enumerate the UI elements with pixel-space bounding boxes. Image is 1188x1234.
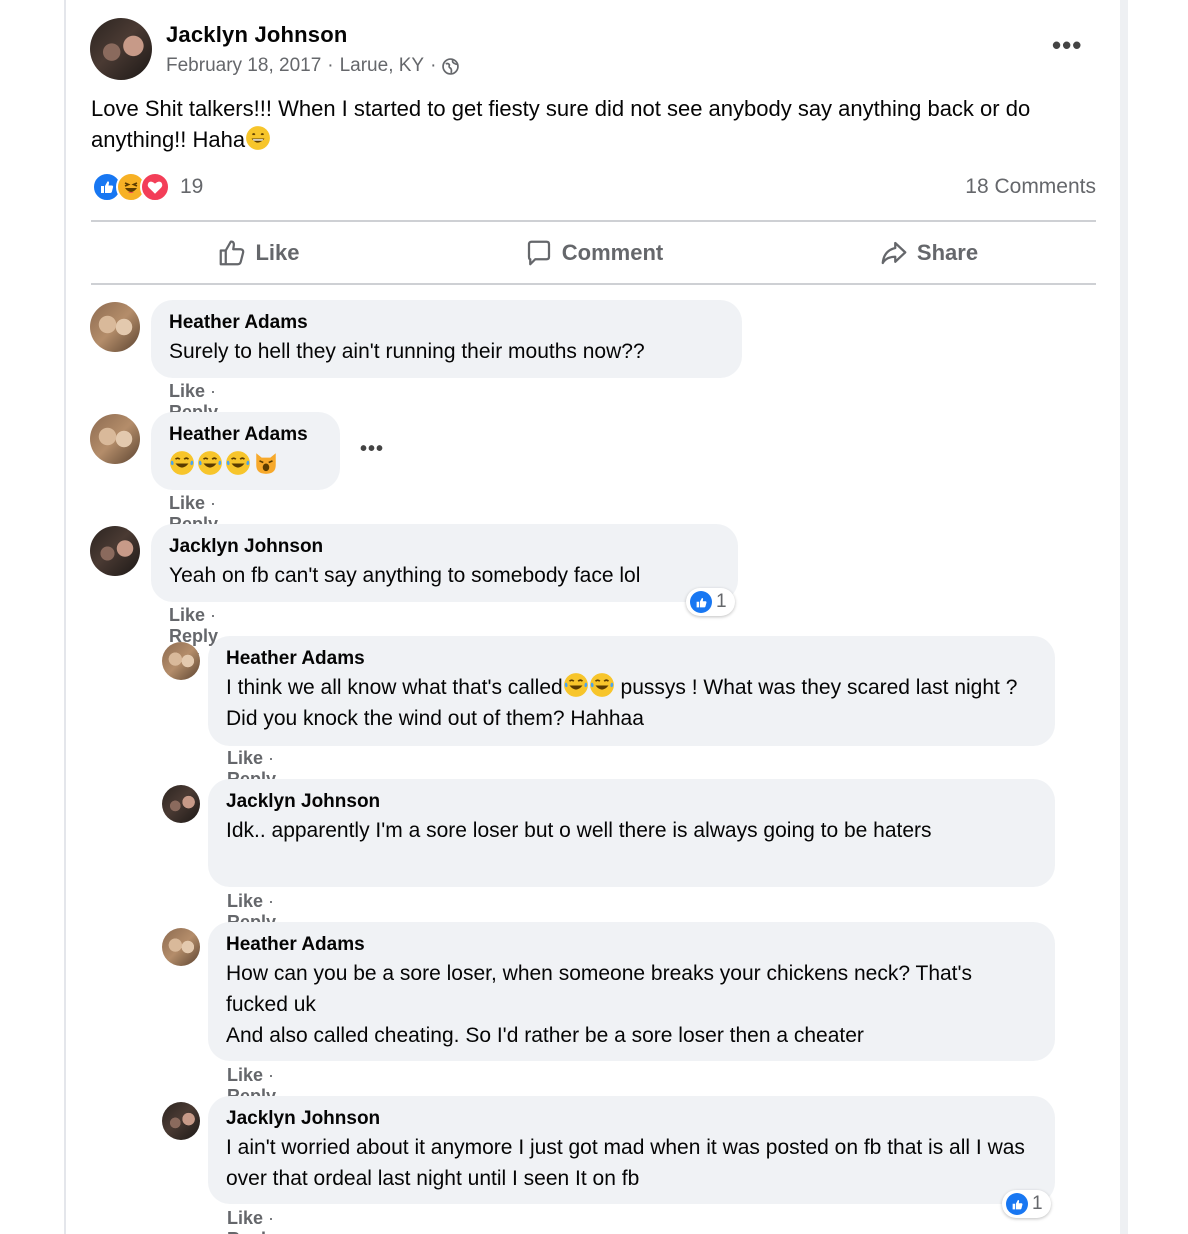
share-button[interactable]: Share: [761, 222, 1096, 284]
post-author-avatar[interactable]: [90, 18, 152, 80]
replier-name[interactable]: Heather Adams: [226, 932, 1037, 958]
replier-name[interactable]: Jacklyn Johnson: [226, 1106, 1037, 1132]
meta-separator: ·: [430, 55, 437, 76]
meta-separator: ·: [327, 55, 334, 76]
post-text-body: Love Shit talkers!!! When I started to g…: [91, 96, 1031, 152]
reply-bubble: Heather Adams How can you be a sore lose…: [208, 922, 1055, 1061]
post-more-options-button[interactable]: •••: [1052, 30, 1082, 61]
tears-of-joy-emoji-icon: [563, 673, 588, 697]
replier-name[interactable]: Heather Adams: [226, 646, 1037, 672]
comment-bubble: Heather Adams Surely to hell they ain't …: [151, 300, 742, 378]
footer-sep: ·: [210, 381, 217, 401]
comment-bubble-icon: [527, 240, 550, 266]
comment-bubble: Jacklyn Johnson Yeah on fb can't say any…: [151, 524, 738, 602]
footer-sep: ·: [268, 1208, 275, 1228]
reply-bubble: Jacklyn Johnson I ain't worried about it…: [208, 1096, 1055, 1204]
reactions-summary[interactable]: 19: [92, 172, 203, 202]
post-text: Love Shit talkers!!! When I started to g…: [91, 93, 1101, 155]
replier-avatar[interactable]: [162, 642, 200, 680]
reply-like-link[interactable]: Like: [227, 1065, 263, 1085]
comment-like-link[interactable]: Like: [169, 605, 205, 625]
reply-text: I think we all know what that's called p…: [226, 672, 1037, 734]
comment-button[interactable]: Comment: [426, 222, 761, 284]
reply-text: Idk.. apparently I'm a sore loser but o …: [226, 819, 932, 842]
commenter-avatar[interactable]: [90, 414, 140, 464]
like-button-label: Like: [255, 240, 300, 265]
reply-reaction-badge[interactable]: 1: [1002, 1190, 1051, 1218]
reply-like-link[interactable]: Like: [227, 748, 263, 768]
comment-button-label: Comment: [561, 240, 664, 265]
footer-sep: ·: [268, 1065, 275, 1085]
grinning-face-emoji-icon: [246, 126, 271, 150]
like-reaction-icon: [690, 591, 712, 613]
comment-emojis: [169, 448, 322, 476]
reply-bubble: Jacklyn Johnson Idk.. apparently I'm a s…: [208, 779, 1055, 887]
share-arrow-icon: [881, 241, 907, 265]
love-reaction-icon: [140, 172, 170, 202]
comment-more-options-button[interactable]: •••: [360, 438, 384, 461]
post-date[interactable]: February 18, 2017: [166, 55, 321, 77]
like-reaction-icon: [1006, 1193, 1028, 1215]
reaction-badge-count: 1: [1032, 1193, 1043, 1214]
commenter-name[interactable]: Jacklyn Johnson: [169, 534, 720, 560]
post-card: Jacklyn Johnson February 18, 2017 · Laru…: [66, 0, 1120, 1234]
weary-cat-emoji-icon: [256, 453, 276, 474]
comment-text: Yeah on fb can't say anything to somebod…: [169, 564, 641, 587]
comment-reaction-badge[interactable]: 1: [686, 588, 735, 616]
tears-of-joy-emoji-icon: [170, 451, 194, 475]
comment-count-link[interactable]: 18 Comments: [965, 175, 1096, 199]
page-frame-right: [1120, 0, 1128, 1234]
reply-footer: Like · Reply · 3y: [227, 1208, 276, 1234]
comment-like-link[interactable]: Like: [169, 381, 205, 401]
commenter-avatar[interactable]: [90, 302, 140, 352]
like-button[interactable]: Like: [91, 222, 426, 284]
reaction-badge-count: 1: [716, 591, 727, 612]
footer-sep: ·: [210, 493, 217, 513]
post-location[interactable]: Larue, KY: [340, 55, 425, 77]
replier-avatar[interactable]: [162, 928, 200, 966]
comment-like-link[interactable]: Like: [169, 493, 205, 513]
replier-avatar[interactable]: [162, 785, 200, 823]
reply-text: How can you be a sore loser, when someon…: [226, 962, 973, 1047]
post-action-bar: Like Comment Share: [91, 222, 1096, 284]
tears-of-joy-emoji-icon: [589, 673, 614, 697]
globe-icon: [442, 57, 460, 75]
reply-reply-link[interactable]: Reply: [227, 1229, 276, 1234]
footer-sep: ·: [268, 891, 275, 911]
reaction-count[interactable]: 19: [180, 175, 203, 199]
thumbs-up-icon: [220, 240, 245, 266]
footer-sep: ·: [210, 605, 217, 625]
tears-of-joy-emoji-icon: [198, 451, 222, 475]
post-author-name[interactable]: Jacklyn Johnson: [166, 22, 348, 48]
commenter-name[interactable]: Heather Adams: [169, 422, 322, 448]
commenter-name[interactable]: Heather Adams: [169, 310, 724, 336]
replier-avatar[interactable]: [162, 1102, 200, 1140]
share-button-label: Share: [916, 240, 979, 265]
divider: [91, 283, 1096, 285]
comment-text: Surely to hell they ain't running their …: [169, 340, 645, 363]
reply-like-link[interactable]: Like: [227, 891, 263, 911]
comment-bubble: Heather Adams: [151, 412, 340, 490]
tears-of-joy-emoji-icon: [226, 451, 250, 475]
reply-bubble: Heather Adams I think we all know what t…: [208, 636, 1055, 746]
commenter-avatar[interactable]: [90, 526, 140, 576]
reply-text: I ain't worried about it anymore I just …: [226, 1136, 1025, 1190]
reply-text-part: I think we all know what that's called: [226, 676, 563, 699]
replier-name[interactable]: Jacklyn Johnson: [226, 789, 1037, 815]
footer-sep: ·: [268, 748, 275, 768]
post-meta: February 18, 2017 · Larue, KY ·: [166, 55, 460, 77]
reply-like-link[interactable]: Like: [227, 1208, 263, 1228]
